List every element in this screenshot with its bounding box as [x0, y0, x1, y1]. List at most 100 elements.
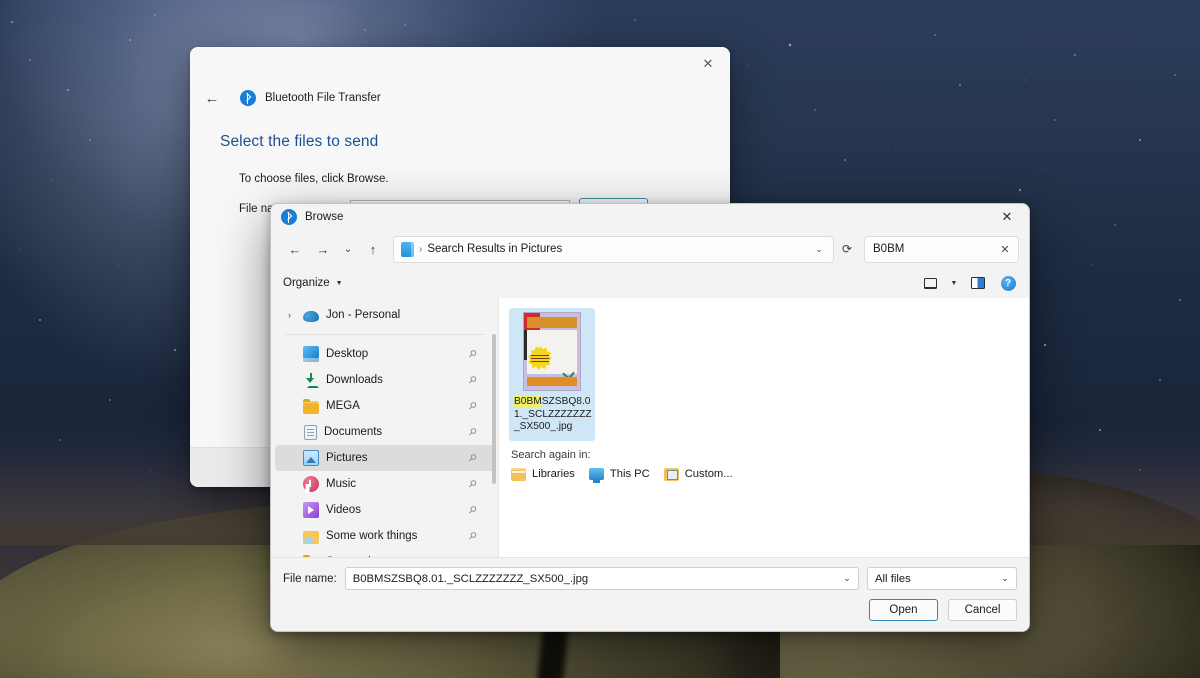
sidebar-divider: [285, 334, 484, 335]
sidebar-item-label: Screenshots: [326, 556, 478, 557]
dialog-footer: File name: B0BMSZSBQ8.01._SCLZZZZZZZ_SX5…: [271, 557, 1029, 631]
file-name-row: File name: B0BMSZSBQ8.01._SCLZZZZZZZ_SX5…: [283, 567, 1017, 590]
this-pc-icon: [588, 468, 604, 484]
file-thumbnail: [523, 312, 581, 391]
close-icon[interactable]: ✕: [985, 204, 1029, 230]
browse-content: › Jon - Personal Desktop ⚲ Downloads ⚲ M…: [271, 298, 1029, 557]
view-caret-down-icon[interactable]: ▼: [947, 271, 961, 295]
navigation-sidebar[interactable]: › Jon - Personal Desktop ⚲ Downloads ⚲ M…: [271, 298, 499, 557]
sidebar-item-onedrive[interactable]: › Jon - Personal: [275, 302, 494, 328]
organize-button[interactable]: Organize ▼: [283, 277, 343, 289]
option-label: Libraries: [532, 468, 575, 481]
address-bar[interactable]: › Search Results in Pictures ⌄: [393, 235, 834, 263]
sidebar-item-videos[interactable]: Videos ⚲: [275, 497, 494, 523]
refresh-icon[interactable]: ⟳: [834, 236, 860, 263]
cancel-button[interactable]: Cancel: [948, 599, 1017, 621]
instruction-text: To choose files, click Browse.: [239, 173, 389, 185]
command-toolbar: Organize ▼ ▼ ?: [271, 268, 1029, 298]
sidebar-item-label: Jon - Personal: [326, 309, 401, 321]
breadcrumb-separator: ›: [419, 243, 423, 255]
sidebar-item-label: Some work things: [326, 530, 418, 542]
bluetooth-brand: Bluetooth File Transfer: [240, 90, 381, 106]
back-arrow-icon[interactable]: ←: [281, 235, 309, 263]
sidebar-item-screenshots[interactable]: Screenshots: [275, 549, 494, 557]
browse-window-title: Browse: [305, 211, 344, 223]
up-arrow-icon[interactable]: ↑: [359, 235, 387, 263]
sidebar-item-label: Desktop: [326, 348, 369, 360]
forward-arrow-icon[interactable]: →: [309, 235, 337, 263]
organize-label: Organize: [283, 277, 330, 289]
file-name-label: File name:: [283, 572, 337, 585]
pictures-icon: [303, 450, 319, 466]
bluetooth-header: ← Bluetooth File Transfer: [190, 81, 730, 111]
sidebar-item-some-work-things[interactable]: Some work things ⚲: [275, 523, 494, 549]
sidebar-item-pictures[interactable]: Pictures ⚲: [275, 445, 494, 471]
pin-icon[interactable]: ⚲: [464, 502, 480, 518]
sidebar-item-music[interactable]: Music ⚲: [275, 471, 494, 497]
search-again-options: Libraries This PC Custom...: [511, 467, 1029, 484]
file-type-filter-combobox[interactable]: All files ⌄: [867, 567, 1017, 590]
back-arrow-icon[interactable]: ←: [198, 85, 226, 111]
file-item[interactable]: B0BMSZSBQ8.01._SCLZZZZZZZ_SX500_.jpg: [509, 308, 595, 441]
onedrive-cloud-icon: [303, 311, 319, 322]
documents-icon: [304, 424, 317, 440]
sidebar-item-label: Documents: [324, 426, 383, 438]
chevron-down-icon[interactable]: ⌄: [809, 244, 829, 255]
sidebar-item-downloads[interactable]: Downloads ⚲: [275, 367, 494, 393]
sidebar-item-label: Music: [326, 478, 357, 490]
search-again-custom[interactable]: Custom...: [663, 467, 733, 481]
help-icon[interactable]: ?: [995, 271, 1021, 295]
sidebar-item-documents[interactable]: Documents ⚲: [275, 419, 494, 445]
preview-pane-icon[interactable]: [965, 271, 991, 295]
pin-icon[interactable]: ⚲: [464, 372, 480, 388]
pin-icon[interactable]: ⚲: [464, 346, 480, 362]
file-list-pane[interactable]: B0BMSZSBQ8.01._SCLZZZZZZZ_SX500_.jpg Sea…: [499, 298, 1029, 557]
option-label: Custom...: [684, 468, 733, 481]
bluetooth-app-title: Bluetooth File Transfer: [265, 92, 381, 104]
chevron-down-icon[interactable]: ⌄: [838, 573, 856, 584]
chevron-right-icon[interactable]: ›: [283, 310, 296, 320]
folder-cloud-icon: [303, 530, 319, 544]
caret-down-icon: ▼: [335, 279, 343, 287]
bluetooth-icon: [240, 90, 256, 106]
custom-search-icon: [663, 467, 679, 481]
folder-blue-icon: [401, 241, 414, 257]
file-grid: B0BMSZSBQ8.01._SCLZZZZZZZ_SX500_.jpg: [499, 298, 1029, 441]
libraries-icon: [511, 467, 526, 481]
pin-icon[interactable]: ⚲: [464, 398, 480, 414]
search-box[interactable]: B0BM ✕: [864, 235, 1019, 263]
sidebar-scrollbar[interactable]: [492, 334, 496, 484]
sidebar-item-label: Downloads: [326, 374, 383, 386]
close-icon[interactable]: ✕: [686, 47, 730, 79]
clear-search-icon[interactable]: ✕: [996, 243, 1014, 256]
recent-locations-chevron-down-icon[interactable]: ⌄: [337, 235, 359, 263]
pin-icon[interactable]: ⚲: [464, 450, 480, 466]
bluetooth-titlebar: ✕: [190, 47, 730, 81]
file-name-combobox[interactable]: B0BMSZSBQ8.01._SCLZZZZZZZ_SX500_.jpg ⌄: [344, 567, 859, 590]
sidebar-item-label: MEGA: [326, 400, 360, 412]
downloads-icon: [303, 372, 319, 388]
view-options-icon[interactable]: [917, 271, 943, 295]
pin-icon[interactable]: ⚲: [464, 424, 480, 440]
desktop-wallpaper: ✕ ← Bluetooth File Transfer Select the f…: [0, 0, 1200, 678]
file-type-filter-value: All files: [875, 572, 911, 585]
videos-icon: [303, 502, 319, 518]
desktop-icon: [303, 346, 319, 362]
sidebar-item-label: Videos: [326, 504, 361, 516]
chevron-down-icon[interactable]: ⌄: [996, 573, 1014, 584]
search-input[interactable]: B0BM: [873, 243, 996, 255]
sidebar-item-desktop[interactable]: Desktop ⚲: [275, 341, 494, 367]
pin-icon[interactable]: ⚲: [464, 476, 480, 492]
bluetooth-icon: [281, 209, 297, 225]
open-button[interactable]: Open: [869, 599, 938, 621]
page-title: Select the files to send: [220, 133, 379, 150]
search-match-highlight: B0BM: [514, 396, 542, 407]
toolbar-right-group: ▼ ?: [917, 271, 1021, 295]
navigation-bar: ← → ⌄ ↑ › Search Results in Pictures ⌄ ⟳…: [271, 230, 1029, 268]
pin-icon[interactable]: ⚲: [464, 528, 480, 544]
folder-icon: [303, 554, 319, 557]
search-again-this-pc[interactable]: This PC: [588, 468, 650, 484]
browse-file-dialog: Browse ✕ ← → ⌄ ↑ › Search Results in Pic…: [270, 203, 1030, 632]
sidebar-item-mega[interactable]: MEGA ⚲: [275, 393, 494, 419]
search-again-libraries[interactable]: Libraries: [511, 467, 575, 481]
